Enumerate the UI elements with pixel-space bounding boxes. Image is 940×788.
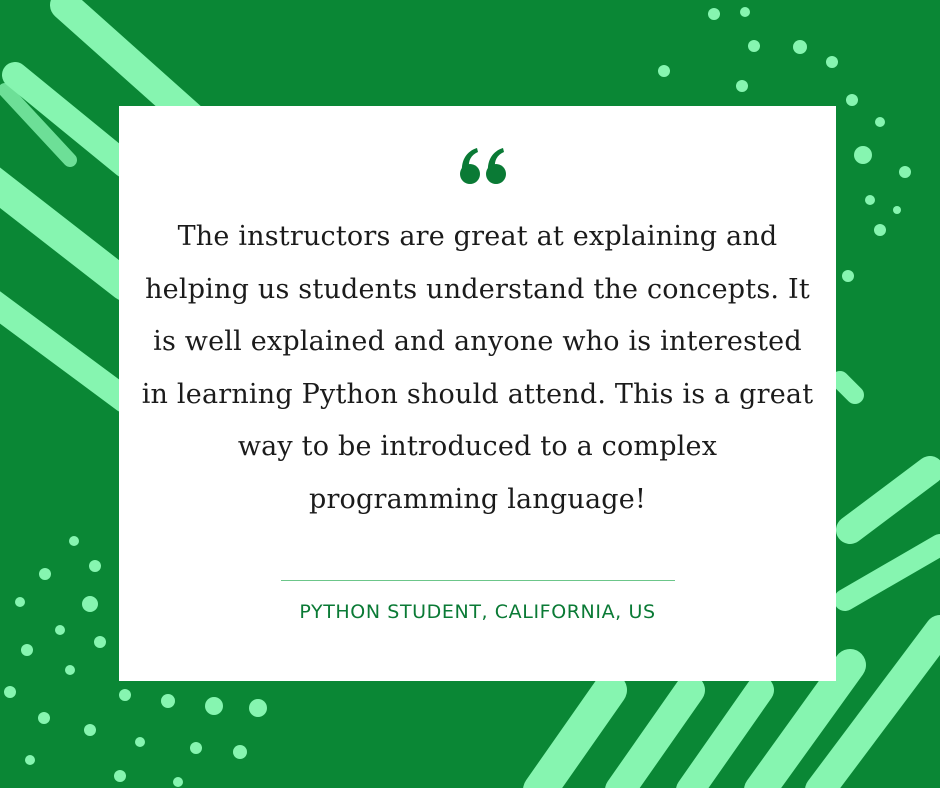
dot [708,8,720,20]
testimonial-card: The instructors are great at explaining … [119,106,836,681]
divider [281,580,675,581]
brush-stroke [836,456,940,544]
dot [38,712,50,724]
dot [899,166,911,178]
dot [114,770,126,782]
testimonial-attribution: PYTHON STUDENT, CALIFORNIA, US [299,601,656,623]
dot [173,777,183,787]
dot [84,724,96,736]
dot [740,7,750,17]
dot [89,560,101,572]
dot [826,56,838,68]
dot [25,755,35,765]
dot [736,80,748,92]
brush-stroke [676,676,774,788]
dot [4,686,16,698]
quote-mark-icon [460,148,506,184]
dot [135,737,145,747]
dot [854,146,872,164]
dot [119,689,131,701]
brush-stroke [0,167,141,301]
brush-stroke [0,291,138,413]
dot [190,742,202,754]
dot [82,596,98,612]
dot [748,40,760,52]
dot [15,597,25,607]
dot [65,665,75,675]
dot [205,697,223,715]
dot [865,195,875,205]
brush-stroke [523,673,627,788]
dot [658,65,670,77]
dot [161,694,175,708]
dot [874,224,886,236]
dot [233,745,247,759]
dot [69,536,79,546]
dot [94,636,106,648]
brush-stroke [831,371,864,404]
dot [39,568,51,580]
dot [842,270,854,282]
dot [21,644,33,656]
dot [875,117,885,127]
dot [846,94,858,106]
dot [793,40,807,54]
dot [55,625,65,635]
brush-stroke [605,675,705,788]
dot [249,699,267,717]
testimonial-quote: The instructors are great at explaining … [141,221,814,515]
dot [893,206,901,214]
brush-stroke [834,534,940,611]
